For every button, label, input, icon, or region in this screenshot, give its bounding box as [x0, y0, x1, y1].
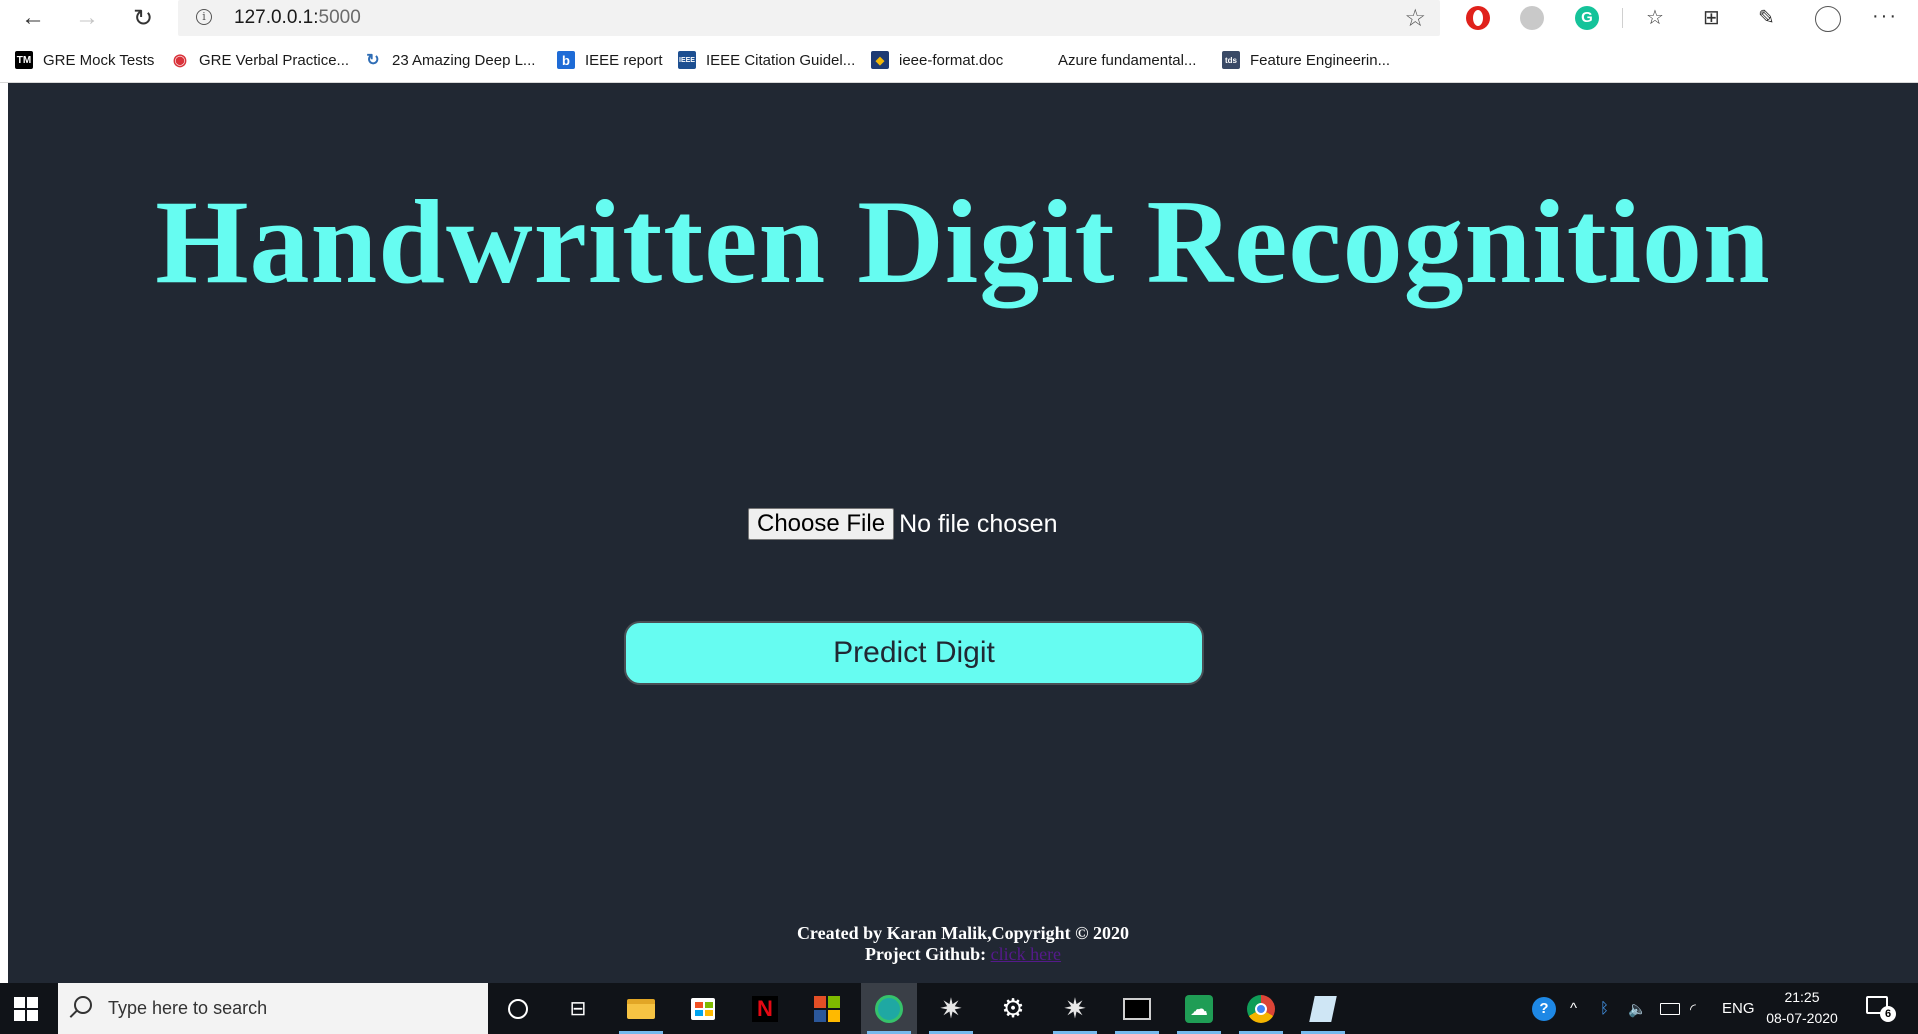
grammarly-extension-icon[interactable]: G: [1575, 6, 1599, 30]
swirl-icon: ↻: [364, 51, 382, 69]
bookmarks-bar: TM GRE Mock Tests ◉ GRE Verbal Practice.…: [0, 36, 1918, 83]
office-apps-icon[interactable]: [799, 983, 855, 1034]
windows-taskbar: Type here to search ⊟ N ✷ ⚙ ✷ ☁ ? ^ ᛒ 🔈 …: [0, 983, 1918, 1034]
url-text[interactable]: 127.0.0.1:5000: [234, 7, 361, 29]
store-icon[interactable]: [675, 983, 731, 1034]
browser-toolbar: ← → ↻ i 127.0.0.1:5000 ☆ G ☆ ⊞ ✎ ···: [0, 0, 1918, 36]
window-edge: [0, 83, 8, 983]
bookmark-label: GRE Mock Tests: [43, 51, 155, 69]
favorite-star-icon[interactable]: ☆: [1404, 4, 1426, 33]
bookmark-gre-mock-tests[interactable]: TM GRE Mock Tests: [15, 50, 154, 70]
tds-logo-icon: tds: [1222, 51, 1240, 69]
language-indicator[interactable]: ENG: [1722, 983, 1755, 1034]
bookmark-deep-learning[interactable]: ↻ 23 Amazing Deep L...: [364, 50, 535, 70]
back-arrow-icon[interactable]: ←: [18, 4, 48, 32]
microsoft-logo-icon: [1030, 51, 1048, 69]
taskbar-clock[interactable]: 21:25 08-07-2020: [1760, 987, 1844, 1029]
bookmark-label: Azure fundamental...: [1058, 51, 1197, 69]
search-placeholder: Type here to search: [108, 998, 268, 1018]
windows-start-icon[interactable]: [14, 997, 38, 1021]
predict-digit-button[interactable]: Predict Digit: [624, 621, 1204, 685]
file-explorer-icon[interactable]: [613, 983, 669, 1034]
edge-beta-icon[interactable]: [861, 983, 917, 1034]
help-icon[interactable]: ?: [1532, 983, 1556, 1034]
bookmark-label: ieee-format.doc: [899, 51, 1004, 69]
refresh-icon[interactable]: ↻: [128, 4, 158, 32]
ieee-logo-icon: IEEE: [678, 51, 696, 69]
page-footer: Created by Karan Malik,Copyright © 2020 …: [8, 923, 1918, 965]
bookmark-ieee-citation[interactable]: IEEE IEEE Citation Guidel...: [678, 50, 855, 70]
bookmark-ieee-report[interactable]: b IEEE report: [557, 50, 663, 70]
tm-logo-icon: TM: [15, 51, 33, 69]
spider-app-2-icon[interactable]: ✷: [1047, 983, 1103, 1034]
bookmark-feature-engineering[interactable]: tds Feature Engineerin...: [1222, 50, 1390, 70]
settings-gear-icon[interactable]: ⚙: [985, 983, 1041, 1034]
volume-icon[interactable]: 🔈: [1628, 983, 1647, 1034]
feedback-icon[interactable]: ✎: [1758, 5, 1775, 30]
page-title: Handwritten Digit Recognition: [155, 175, 1771, 308]
profile-avatar-icon[interactable]: [1815, 6, 1841, 32]
taskbar-search-box[interactable]: Type here to search: [58, 983, 488, 1034]
more-options-icon[interactable]: ···: [1872, 5, 1898, 28]
bookmark-azure-fundamentals[interactable]: Azure fundamental...: [1030, 50, 1196, 70]
copyright-text: Created by Karan Malik,Copyright © 2020: [796, 923, 1130, 943]
netflix-icon[interactable]: N: [737, 983, 793, 1034]
bookmark-label: IEEE report: [585, 51, 663, 69]
file-input[interactable]: Choose File No file chosen: [748, 508, 1058, 540]
bluetooth-icon[interactable]: ᛒ: [1600, 983, 1609, 1034]
collections-icon[interactable]: ⊞: [1703, 5, 1720, 30]
github-line: Project Github: click here: [8, 944, 1918, 965]
target-icon: ◉: [171, 51, 189, 69]
search-icon: [74, 996, 92, 1014]
forward-arrow-icon[interactable]: →: [72, 4, 102, 32]
chrome-icon[interactable]: [1233, 983, 1289, 1034]
favorites-list-icon[interactable]: ☆: [1646, 5, 1664, 30]
task-view-icon[interactable]: ⊟: [550, 983, 606, 1034]
github-label: Project Github:: [864, 944, 991, 964]
bookmark-label: GRE Verbal Practice...: [199, 51, 350, 69]
clock-date: 08-07-2020: [1766, 1010, 1838, 1026]
globe-extension-icon[interactable]: [1520, 6, 1544, 30]
notification-count: 6: [1880, 1006, 1896, 1022]
notes-app-icon[interactable]: [1295, 983, 1351, 1034]
toolbar-divider: [1622, 8, 1623, 28]
notifications-icon[interactable]: 6: [1866, 996, 1896, 1022]
choose-file-button[interactable]: Choose File: [748, 508, 895, 540]
cloud-sync-icon[interactable]: ☁: [1171, 983, 1227, 1034]
terminal-icon[interactable]: [1109, 983, 1165, 1034]
battery-icon[interactable]: [1660, 983, 1680, 1034]
clock-time: 21:25: [1784, 989, 1820, 1005]
bookmark-label: IEEE Citation Guidel...: [706, 51, 856, 69]
wifi-icon[interactable]: ◜: [1690, 983, 1696, 1034]
bookmark-gre-verbal-practice[interactable]: ◉ GRE Verbal Practice...: [171, 50, 349, 70]
github-link[interactable]: click here: [991, 944, 1061, 964]
address-bar[interactable]: i 127.0.0.1:5000 ☆: [178, 0, 1440, 36]
bookmark-ieee-format[interactable]: ◆ ieee-format.doc: [871, 50, 1003, 70]
file-status-text: No file chosen: [899, 509, 1058, 538]
bookmark-label: Feature Engineerin...: [1250, 51, 1391, 69]
chevron-up-icon[interactable]: ^: [1570, 983, 1577, 1034]
opera-extension-icon[interactable]: [1466, 6, 1490, 30]
b-logo-icon: b: [557, 51, 575, 69]
app-page: Handwritten Digit Recognition Choose Fil…: [8, 83, 1918, 983]
spider-app-icon[interactable]: ✷: [923, 983, 979, 1034]
bookmark-label: 23 Amazing Deep L...: [392, 51, 536, 69]
cortana-icon[interactable]: [490, 983, 546, 1034]
site-info-icon[interactable]: i: [196, 9, 212, 25]
shield-icon: ◆: [871, 51, 889, 69]
